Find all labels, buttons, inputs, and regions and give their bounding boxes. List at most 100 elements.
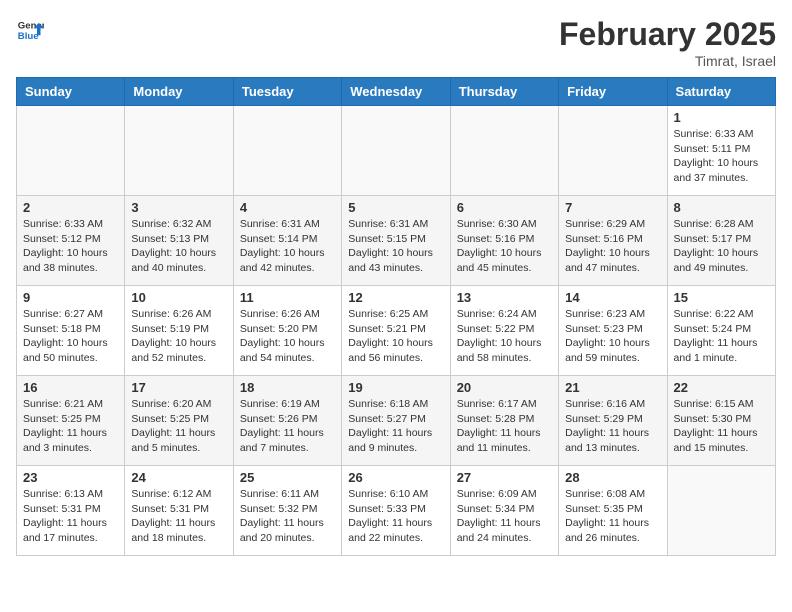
col-sunday: Sunday bbox=[17, 78, 125, 106]
day-number: 6 bbox=[457, 200, 552, 215]
day-number: 25 bbox=[240, 470, 335, 485]
day-number: 7 bbox=[565, 200, 660, 215]
calendar-week-2: 2 Sunrise: 6:33 AM Sunset: 5:12 PM Daylig… bbox=[17, 196, 776, 286]
day-number: 20 bbox=[457, 380, 552, 395]
calendar-cell: 3 Sunrise: 6:32 AM Sunset: 5:13 PM Daylig… bbox=[125, 196, 233, 286]
day-number: 8 bbox=[674, 200, 769, 215]
calendar-cell: 4 Sunrise: 6:31 AM Sunset: 5:14 PM Daylig… bbox=[233, 196, 341, 286]
day-info: Sunrise: 6:27 AM Sunset: 5:18 PM Dayligh… bbox=[23, 307, 118, 366]
page-header: General Blue February 2025 Timrat, Israe… bbox=[16, 16, 776, 69]
calendar-cell: 13 Sunrise: 6:24 AM Sunset: 5:22 PM Dayli… bbox=[450, 286, 558, 376]
calendar-cell: 6 Sunrise: 6:30 AM Sunset: 5:16 PM Daylig… bbox=[450, 196, 558, 286]
day-info: Sunrise: 6:09 AM Sunset: 5:34 PM Dayligh… bbox=[457, 487, 552, 546]
day-info: Sunrise: 6:24 AM Sunset: 5:22 PM Dayligh… bbox=[457, 307, 552, 366]
day-info: Sunrise: 6:30 AM Sunset: 5:16 PM Dayligh… bbox=[457, 217, 552, 276]
day-number: 17 bbox=[131, 380, 226, 395]
day-info: Sunrise: 6:33 AM Sunset: 5:11 PM Dayligh… bbox=[674, 127, 769, 186]
title-block: February 2025 Timrat, Israel bbox=[559, 16, 776, 69]
day-info: Sunrise: 6:31 AM Sunset: 5:15 PM Dayligh… bbox=[348, 217, 443, 276]
day-number: 21 bbox=[565, 380, 660, 395]
calendar-cell: 8 Sunrise: 6:28 AM Sunset: 5:17 PM Daylig… bbox=[667, 196, 775, 286]
day-number: 18 bbox=[240, 380, 335, 395]
day-info: Sunrise: 6:10 AM Sunset: 5:33 PM Dayligh… bbox=[348, 487, 443, 546]
logo: General Blue bbox=[16, 16, 44, 44]
day-info: Sunrise: 6:16 AM Sunset: 5:29 PM Dayligh… bbox=[565, 397, 660, 456]
day-number: 3 bbox=[131, 200, 226, 215]
calendar-cell: 23Sunrise: 6:13 AM Sunset: 5:31 PM Dayli… bbox=[17, 466, 125, 556]
location: Timrat, Israel bbox=[559, 53, 776, 69]
calendar-cell bbox=[233, 106, 341, 196]
day-info: Sunrise: 6:31 AM Sunset: 5:14 PM Dayligh… bbox=[240, 217, 335, 276]
col-saturday: Saturday bbox=[667, 78, 775, 106]
calendar-cell: 15 Sunrise: 6:22 AM Sunset: 5:24 PM Dayli… bbox=[667, 286, 775, 376]
day-info: Sunrise: 6:23 AM Sunset: 5:23 PM Dayligh… bbox=[565, 307, 660, 366]
day-info: Sunrise: 6:25 AM Sunset: 5:21 PM Dayligh… bbox=[348, 307, 443, 366]
day-number: 12 bbox=[348, 290, 443, 305]
day-info: Sunrise: 6:32 AM Sunset: 5:13 PM Dayligh… bbox=[131, 217, 226, 276]
svg-text:Blue: Blue bbox=[18, 31, 39, 42]
day-number: 11 bbox=[240, 290, 335, 305]
day-number: 9 bbox=[23, 290, 118, 305]
day-info: Sunrise: 6:33 AM Sunset: 5:12 PM Dayligh… bbox=[23, 217, 118, 276]
calendar-cell: 25 Sunrise: 6:11 AM Sunset: 5:32 PM Dayli… bbox=[233, 466, 341, 556]
day-info: Sunrise: 6:22 AM Sunset: 5:24 PM Dayligh… bbox=[674, 307, 769, 366]
calendar-cell: 14Sunrise: 6:23 AM Sunset: 5:23 PM Dayli… bbox=[559, 286, 667, 376]
calendar-cell: 17 Sunrise: 6:20 AM Sunset: 5:25 PM Dayli… bbox=[125, 376, 233, 466]
day-info: Sunrise: 6:15 AM Sunset: 5:30 PM Dayligh… bbox=[674, 397, 769, 456]
day-info: Sunrise: 6:11 AM Sunset: 5:32 PM Dayligh… bbox=[240, 487, 335, 546]
day-info: Sunrise: 6:20 AM Sunset: 5:25 PM Dayligh… bbox=[131, 397, 226, 456]
calendar-cell bbox=[559, 106, 667, 196]
col-wednesday: Wednesday bbox=[342, 78, 450, 106]
day-info: Sunrise: 6:26 AM Sunset: 5:19 PM Dayligh… bbox=[131, 307, 226, 366]
day-number: 1 bbox=[674, 110, 769, 125]
day-info: Sunrise: 6:18 AM Sunset: 5:27 PM Dayligh… bbox=[348, 397, 443, 456]
day-info: Sunrise: 6:12 AM Sunset: 5:31 PM Dayligh… bbox=[131, 487, 226, 546]
day-number: 22 bbox=[674, 380, 769, 395]
day-number: 4 bbox=[240, 200, 335, 215]
calendar-cell: 2 Sunrise: 6:33 AM Sunset: 5:12 PM Daylig… bbox=[17, 196, 125, 286]
day-info: Sunrise: 6:19 AM Sunset: 5:26 PM Dayligh… bbox=[240, 397, 335, 456]
day-number: 19 bbox=[348, 380, 443, 395]
day-number: 23 bbox=[23, 470, 118, 485]
calendar-cell: 7 Sunrise: 6:29 AM Sunset: 5:16 PM Daylig… bbox=[559, 196, 667, 286]
day-number: 10 bbox=[131, 290, 226, 305]
calendar-cell bbox=[342, 106, 450, 196]
logo-icon: General Blue bbox=[16, 16, 44, 44]
day-info: Sunrise: 6:21 AM Sunset: 5:25 PM Dayligh… bbox=[23, 397, 118, 456]
day-info: Sunrise: 6:29 AM Sunset: 5:16 PM Dayligh… bbox=[565, 217, 660, 276]
calendar-cell: 26 Sunrise: 6:10 AM Sunset: 5:33 PM Dayli… bbox=[342, 466, 450, 556]
calendar-cell: 21 Sunrise: 6:16 AM Sunset: 5:29 PM Dayli… bbox=[559, 376, 667, 466]
calendar-cell: 1 Sunrise: 6:33 AM Sunset: 5:11 PM Daylig… bbox=[667, 106, 775, 196]
day-info: Sunrise: 6:08 AM Sunset: 5:35 PM Dayligh… bbox=[565, 487, 660, 546]
calendar-cell: 19 Sunrise: 6:18 AM Sunset: 5:27 PM Dayli… bbox=[342, 376, 450, 466]
calendar-cell bbox=[17, 106, 125, 196]
calendar-table: Sunday Monday Tuesday Wednesday Thursday… bbox=[16, 77, 776, 556]
day-number: 26 bbox=[348, 470, 443, 485]
calendar-cell: 12 Sunrise: 6:25 AM Sunset: 5:21 PM Dayli… bbox=[342, 286, 450, 376]
calendar-cell: 11Sunrise: 6:26 AM Sunset: 5:20 PM Dayli… bbox=[233, 286, 341, 376]
day-number: 28 bbox=[565, 470, 660, 485]
day-number: 13 bbox=[457, 290, 552, 305]
calendar-cell bbox=[125, 106, 233, 196]
calendar-cell: 27Sunrise: 6:09 AM Sunset: 5:34 PM Dayli… bbox=[450, 466, 558, 556]
calendar-cell: 20Sunrise: 6:17 AM Sunset: 5:28 PM Dayli… bbox=[450, 376, 558, 466]
col-thursday: Thursday bbox=[450, 78, 558, 106]
calendar-cell: 24 Sunrise: 6:12 AM Sunset: 5:31 PM Dayli… bbox=[125, 466, 233, 556]
calendar-cell: 10 Sunrise: 6:26 AM Sunset: 5:19 PM Dayli… bbox=[125, 286, 233, 376]
calendar-cell bbox=[450, 106, 558, 196]
calendar-week-4: 16Sunrise: 6:21 AM Sunset: 5:25 PM Dayli… bbox=[17, 376, 776, 466]
calendar-cell bbox=[667, 466, 775, 556]
day-number: 2 bbox=[23, 200, 118, 215]
day-number: 24 bbox=[131, 470, 226, 485]
calendar-cell: 18 Sunrise: 6:19 AM Sunset: 5:26 PM Dayli… bbox=[233, 376, 341, 466]
calendar-header-row: Sunday Monday Tuesday Wednesday Thursday… bbox=[17, 78, 776, 106]
calendar-cell: 28 Sunrise: 6:08 AM Sunset: 5:35 PM Dayli… bbox=[559, 466, 667, 556]
day-number: 15 bbox=[674, 290, 769, 305]
calendar-cell: 5Sunrise: 6:31 AM Sunset: 5:15 PM Daylig… bbox=[342, 196, 450, 286]
calendar-cell: 16Sunrise: 6:21 AM Sunset: 5:25 PM Dayli… bbox=[17, 376, 125, 466]
day-info: Sunrise: 6:28 AM Sunset: 5:17 PM Dayligh… bbox=[674, 217, 769, 276]
calendar-cell: 22 Sunrise: 6:15 AM Sunset: 5:30 PM Dayli… bbox=[667, 376, 775, 466]
calendar-week-1: 1 Sunrise: 6:33 AM Sunset: 5:11 PM Daylig… bbox=[17, 106, 776, 196]
col-tuesday: Tuesday bbox=[233, 78, 341, 106]
calendar-week-5: 23Sunrise: 6:13 AM Sunset: 5:31 PM Dayli… bbox=[17, 466, 776, 556]
